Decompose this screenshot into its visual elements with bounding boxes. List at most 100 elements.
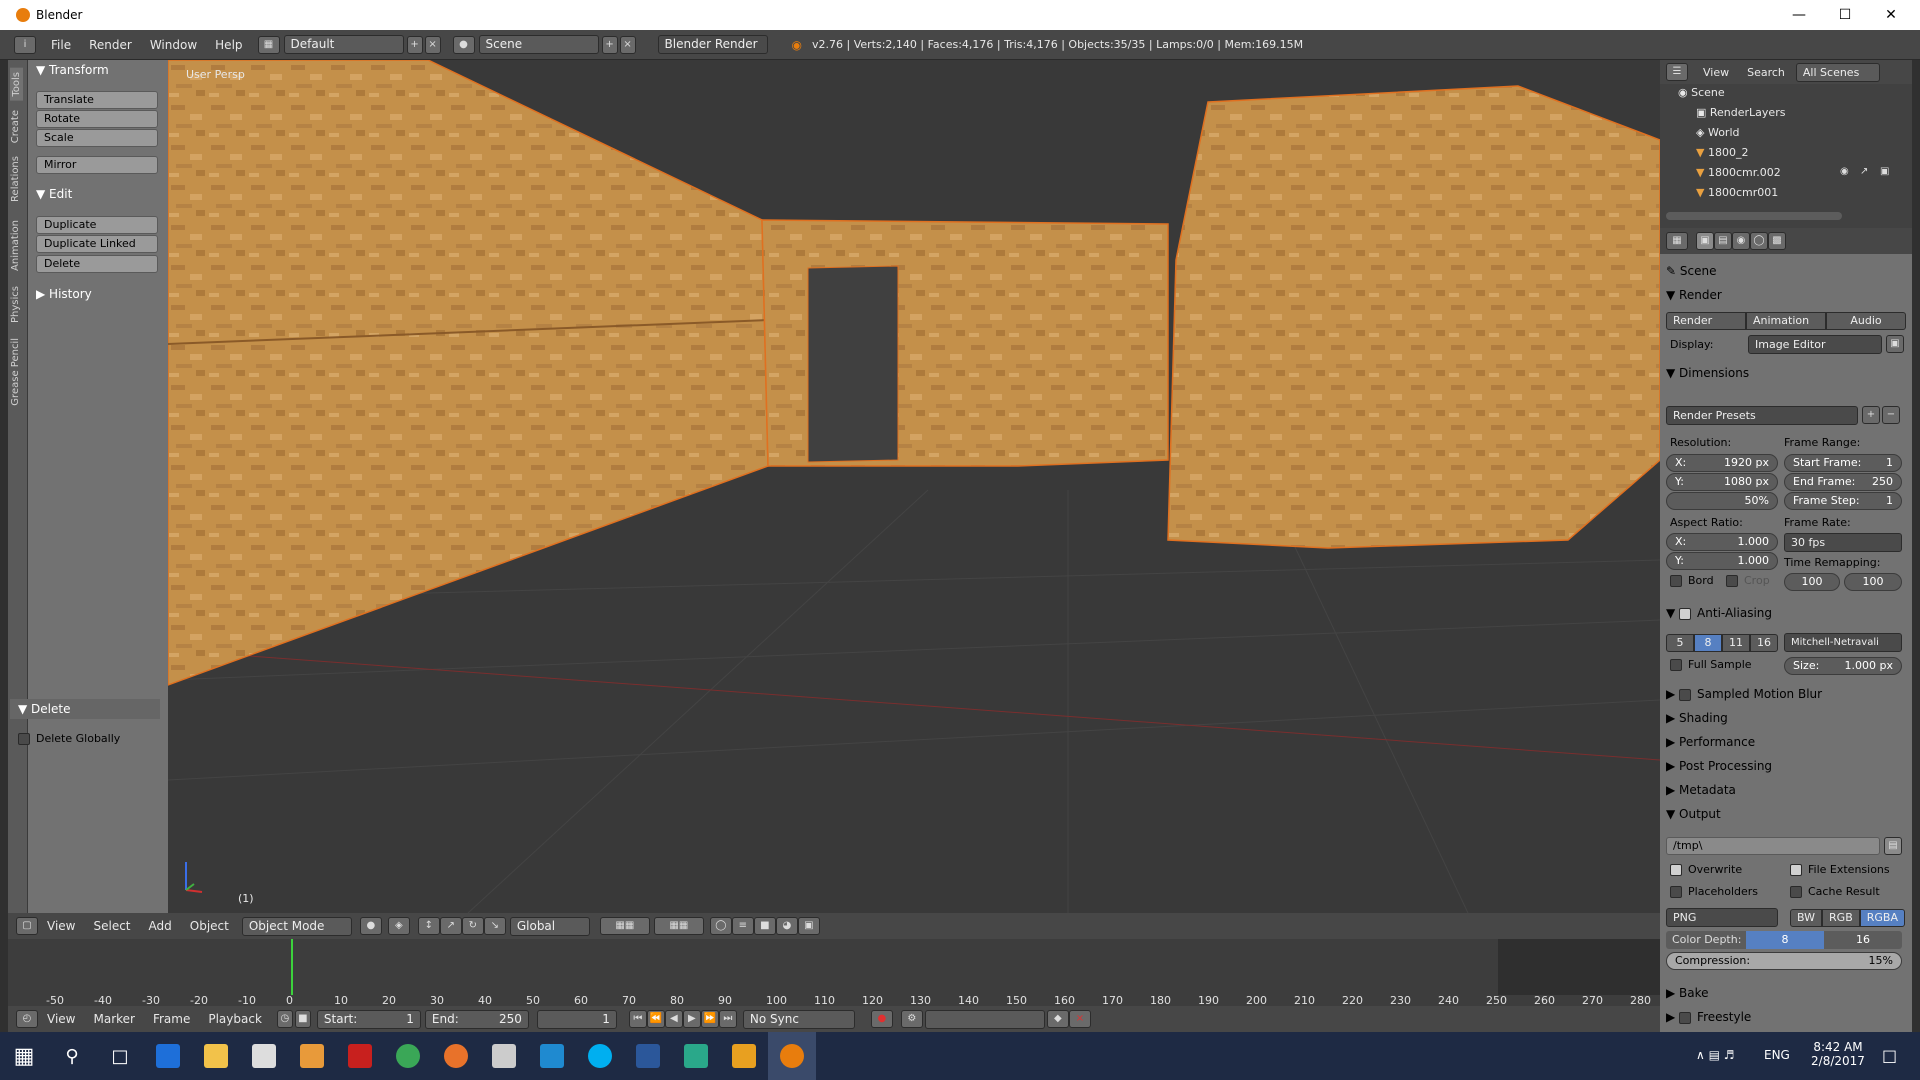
scale-button[interactable]: Scale (36, 129, 158, 147)
play-reverse-icon[interactable]: ◀ (664, 1010, 683, 1028)
filter-size-field[interactable]: Size: 1.000 px (1784, 657, 1902, 675)
taskbar-calculator[interactable] (480, 1032, 528, 1080)
jump-key-forward-icon[interactable]: ⏩ (700, 1010, 719, 1028)
tab-physics[interactable]: Physics (10, 286, 21, 323)
outliner-item-world[interactable]: ◈ World (1696, 126, 1740, 139)
operator-delete-header[interactable]: ▼ Delete (10, 699, 160, 719)
end-frame-field[interactable]: End: 250 (424, 1009, 529, 1029)
taskbar-outlook[interactable] (720, 1032, 768, 1080)
insert-keyframe-icon[interactable]: ◆ (1046, 1010, 1069, 1028)
compression-slider[interactable]: Compression: 15% (1666, 952, 1902, 970)
resolution-x-field[interactable]: X: 1920 px (1666, 454, 1778, 472)
aa-samples-8[interactable]: 8 (1694, 634, 1722, 652)
remap-old-field[interactable]: 100 (1784, 573, 1840, 591)
tab-animation[interactable]: Animation (10, 220, 21, 271)
outliner-editor-type-icon[interactable]: ☰ (1666, 63, 1688, 81)
panel-aa-header[interactable]: ▼ Anti-Aliasing (1666, 606, 1772, 620)
outliner-item-renderlayers[interactable]: ▣ RenderLayers (1696, 106, 1785, 119)
clock[interactable]: 8:42 AM 2/8/2017 (1808, 1040, 1868, 1068)
visibility-eye-icon[interactable]: ◉ (1840, 166, 1849, 177)
outliner-menu-search[interactable]: Search (1738, 66, 1794, 79)
renderable-camera-icon[interactable]: ▣ (1880, 166, 1889, 177)
delete-globally-option[interactable]: Delete Globally (18, 732, 120, 745)
placeholders-checkbox[interactable] (1670, 886, 1682, 898)
snap-target-icon[interactable]: ■ (753, 917, 776, 935)
audio-button[interactable]: Audio (1826, 312, 1906, 330)
color-mode-rgba[interactable]: RGBA (1859, 909, 1905, 927)
panel-render-header[interactable]: ▼ Render (1666, 288, 1722, 302)
tl-menu-view[interactable]: View (38, 1012, 84, 1026)
color-depth-16[interactable]: 16 (1824, 931, 1902, 949)
freestyle-checkbox[interactable] (1679, 1011, 1692, 1024)
taskbar-word[interactable] (624, 1032, 672, 1080)
pivot-point-icon[interactable]: ◈ (387, 917, 410, 935)
manipulator-icon[interactable]: ↕ (417, 917, 440, 935)
scene-layers-icon[interactable]: ▦▦ (599, 917, 650, 935)
transform-orientation-select[interactable]: Global (509, 916, 590, 936)
cache-result-checkbox[interactable] (1790, 886, 1802, 898)
keying-set-icon[interactable]: ⚙ (900, 1010, 923, 1028)
cache-result-option[interactable]: Cache Result (1790, 885, 1880, 898)
overwrite-option[interactable]: Overwrite (1670, 863, 1742, 876)
shading-mode-icon[interactable]: ● (359, 917, 382, 935)
outliner-item-object[interactable]: ▼ 1800cmr.002 (1696, 166, 1781, 179)
color-mode-rgb[interactable]: RGB (1822, 909, 1860, 927)
vp-menu-add[interactable]: Add (140, 919, 181, 933)
menu-file[interactable]: File (42, 38, 80, 52)
current-frame-indicator[interactable] (291, 939, 293, 995)
tl-menu-frame[interactable]: Frame (144, 1012, 199, 1026)
render-presets-select[interactable]: Render Presets (1666, 406, 1858, 425)
color-depth-8[interactable]: 8 (1746, 931, 1824, 949)
taskbar-blender[interactable] (768, 1032, 816, 1080)
panel-bake-header[interactable]: ▶ Bake (1666, 986, 1709, 1000)
tab-grease-pencil[interactable]: Grease Pencil (10, 338, 21, 406)
keying-set-field[interactable] (924, 1009, 1045, 1029)
panel-history-header[interactable]: ▶ History (28, 284, 160, 304)
remove-preset-icon[interactable]: − (1882, 406, 1900, 424)
taskbar-media[interactable] (288, 1032, 336, 1080)
translate-manipulator-icon[interactable]: ↗ (439, 917, 462, 935)
render-button[interactable]: Render (1666, 312, 1746, 330)
tab-create[interactable]: Create (10, 110, 21, 143)
vp-menu-view[interactable]: View (38, 919, 84, 933)
frame-step-field[interactable]: Frame Step: 1 (1784, 492, 1902, 510)
crop-option[interactable]: Crop (1726, 574, 1770, 587)
taskbar-skype[interactable] (576, 1032, 624, 1080)
display-select[interactable]: Image Editor (1748, 335, 1882, 354)
panel-edit-header[interactable]: ▼ Edit (28, 184, 160, 204)
panel-output-header[interactable]: ▼ Output (1666, 807, 1721, 821)
editor-type-icon[interactable]: i (14, 35, 36, 54)
tab-tools[interactable]: Tools (10, 68, 23, 101)
layout-field[interactable]: Default (283, 35, 404, 54)
menu-help[interactable]: Help (206, 38, 251, 52)
aa-samples-5[interactable]: 5 (1666, 634, 1694, 652)
start-frame-field[interactable]: Start: 1 (316, 1009, 421, 1029)
output-path-field[interactable]: /tmp\ (1666, 837, 1880, 855)
outliner-item-object[interactable]: ▼ 1800cmr001 (1696, 186, 1778, 199)
timeline-editor-type-icon[interactable]: ◴ (16, 1010, 38, 1028)
taskbar-edge[interactable] (144, 1032, 192, 1080)
file-extensions-option[interactable]: File Extensions (1790, 863, 1890, 876)
sync-mode-select[interactable]: No Sync (742, 1009, 855, 1029)
panel-performance-header[interactable]: ▶ Performance (1666, 735, 1755, 749)
texture-tab-icon[interactable]: ▩ (1768, 232, 1786, 250)
delete-globally-checkbox[interactable] (18, 733, 30, 745)
file-extensions-checkbox[interactable] (1790, 864, 1802, 876)
overwrite-checkbox[interactable] (1670, 864, 1682, 876)
remove-scene-icon[interactable]: × (619, 35, 636, 54)
taskbar-chrome[interactable] (384, 1032, 432, 1080)
add-scene-icon[interactable]: + (601, 35, 618, 54)
panel-shading-header[interactable]: ▶ Shading (1666, 711, 1728, 725)
aa-samples-16[interactable]: 16 (1750, 634, 1778, 652)
panel-motion-blur-header[interactable]: ▶ Sampled Motion Blur (1666, 687, 1822, 701)
animation-button[interactable]: Animation (1746, 312, 1826, 330)
properties-editor-type-icon[interactable]: ▦ (1666, 232, 1688, 250)
aspect-y-field[interactable]: Y: 1.000 (1666, 552, 1778, 570)
panel-post-processing-header[interactable]: ▶ Post Processing (1666, 759, 1772, 773)
translate-button[interactable]: Translate (36, 91, 158, 109)
search-button[interactable]: ⚲ (48, 1032, 96, 1080)
motion-blur-checkbox[interactable] (1679, 688, 1692, 701)
render-tab-icon[interactable]: ▣ (1696, 232, 1714, 250)
aa-filter-select[interactable]: Mitchell-Netravali (1784, 633, 1902, 652)
resolution-percentage-slider[interactable]: 50% (1666, 492, 1778, 510)
